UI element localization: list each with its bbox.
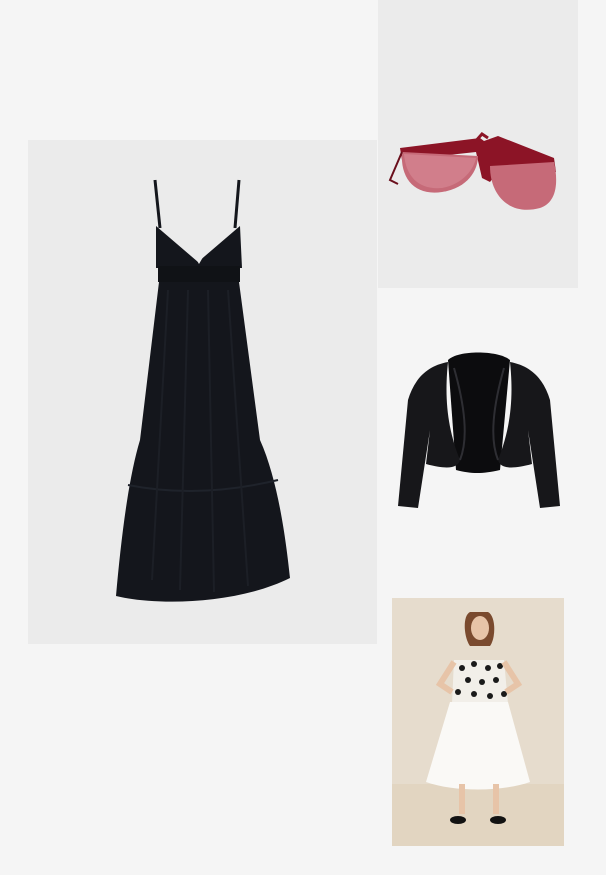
dress-product-tile[interactable]: [28, 140, 377, 644]
black-maxi-dress-image: [116, 179, 290, 602]
polka-dot-outfit-photo: [392, 598, 564, 846]
red-sunglasses-image: [388, 132, 557, 210]
outfit-model-photo-tile[interactable]: [392, 598, 564, 846]
black-bolero-image: [398, 352, 560, 508]
outfit-collage: { "collage": { "items": [ { "id": "dress…: [0, 0, 606, 875]
sunglasses-product-tile[interactable]: [378, 0, 578, 288]
bolero-product-tile[interactable]: [378, 290, 578, 590]
